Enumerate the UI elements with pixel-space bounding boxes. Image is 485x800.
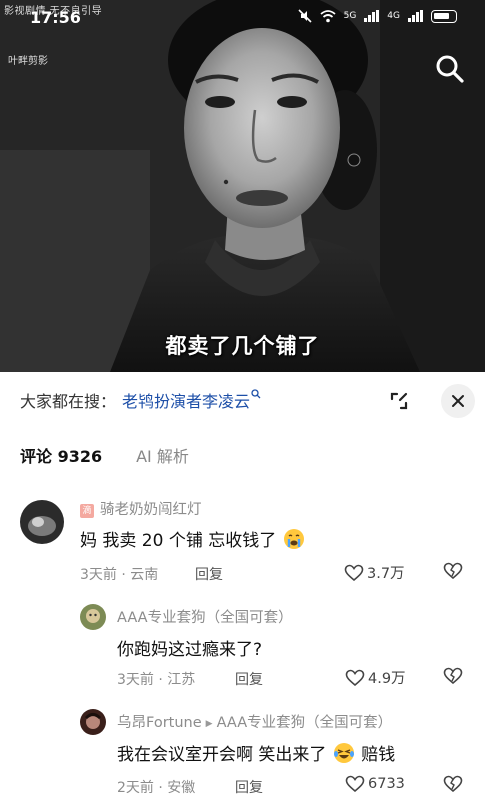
trending-query[interactable]: 老鸨扮演者李凌云: [122, 388, 250, 412]
reply-target-username[interactable]: AAA专业套狗（全国可套）: [217, 715, 393, 731]
like-button[interactable]: 4.9万: [345, 667, 406, 688]
reply-button[interactable]: 回复: [195, 564, 223, 584]
expand-button[interactable]: [384, 386, 414, 416]
like-count: 4.9万: [368, 671, 406, 687]
crying-emoji-icon: [283, 529, 304, 549]
video-subtitle: 都卖了几个铺了: [165, 334, 320, 358]
mute-icon: [298, 9, 312, 23]
like-button[interactable]: 3.7万: [344, 562, 405, 583]
network-label-5g: 5G: [343, 11, 357, 21]
broken-heart-icon: [443, 775, 463, 793]
heart-icon: [344, 564, 364, 581]
video-frame: [0, 0, 485, 372]
broken-heart-icon: [443, 667, 463, 685]
search-small-icon: [251, 388, 261, 402]
dislike-button[interactable]: [443, 775, 463, 797]
like-button[interactable]: 6733: [345, 775, 405, 793]
like-count: 3.7万: [367, 566, 405, 582]
comment-sheet: 大家都在搜： 老鸨扮演者李凌云 评论 9326 AI 解析 滴 骑老奶奶闯红灯 …: [0, 372, 485, 800]
avatar[interactable]: [80, 604, 106, 630]
close-button[interactable]: [441, 384, 475, 418]
tab-comments[interactable]: 评论 9326: [20, 443, 102, 467]
reply-arrow-icon: ▶: [205, 719, 213, 729]
comment-text: 妈 我卖 20 个铺 忘收钱了: [80, 526, 306, 551]
status-time: 17:56: [30, 8, 81, 27]
broken-heart-icon: [443, 562, 463, 580]
wifi-icon: [320, 9, 336, 22]
comment-username[interactable]: 滴骑老奶奶闯红灯: [80, 498, 202, 519]
signal-icon-2: [408, 10, 423, 22]
dislike-button[interactable]: [443, 562, 463, 584]
heart-icon: [345, 775, 365, 793]
comment-reply-item: AAA专业套狗（全国可套） 你跑妈这过瘾来了? 3天前 · 江苏 回复 4.9万: [0, 598, 485, 698]
comment-meta: 3天前 · 云南: [80, 567, 159, 583]
battery-icon: [431, 9, 457, 23]
search-icon: [436, 55, 464, 83]
signal-icon: [364, 10, 380, 22]
status-icons: 5G 4G: [298, 9, 457, 23]
comment-reply-item: 乌昂Fortune ▶ AAA专业套狗（全国可套） 我在会议室开会啊 笑出来了 赔钱…: [0, 706, 485, 800]
heart-icon: [345, 669, 365, 686]
channel-watermark: 叶畔剪影: [8, 56, 48, 67]
trending-label: 大家都在搜：: [20, 392, 117, 411]
close-icon: [452, 395, 464, 407]
comment-username[interactable]: AAA专业套狗（全国可套）: [117, 606, 293, 627]
dislike-button[interactable]: [443, 667, 463, 689]
video-player[interactable]: 影视剧情 无不良引导 17:56 5G 4G 叶畔剪影 都卖了几个铺了: [0, 0, 485, 372]
trending-search[interactable]: 大家都在搜： 老鸨扮演者李凌云: [20, 388, 261, 412]
comment-username[interactable]: 乌昂Fortune ▶ AAA专业套狗（全国可套）: [117, 711, 392, 732]
avatar[interactable]: [20, 500, 64, 544]
comment-tabs: 评论 9326 AI 解析: [20, 443, 189, 467]
network-label-4g: 4G: [387, 11, 400, 21]
comment-item: 滴骑老奶奶闯红灯 妈 我卖 20 个铺 忘收钱了 3天前 · 云南 回复 3.7…: [0, 494, 485, 594]
comment-text: 你跑妈这过瘾来了?: [117, 640, 263, 660]
reply-button[interactable]: 回复: [235, 777, 263, 797]
reply-button[interactable]: 回复: [235, 669, 263, 689]
comment-meta: 2天前 · 安徽: [117, 780, 196, 796]
comment-text: 我在会议室开会啊 笑出来了 赔钱: [117, 740, 395, 765]
laughing-tears-emoji-icon: [333, 743, 354, 763]
like-count: 6733: [368, 776, 405, 792]
user-badge: 滴: [80, 504, 94, 518]
expand-icon: [390, 392, 408, 410]
search-button[interactable]: [433, 52, 467, 86]
tab-ai-analysis[interactable]: AI 解析: [136, 443, 189, 467]
avatar[interactable]: [80, 709, 106, 735]
comment-meta: 3天前 · 江苏: [117, 672, 196, 688]
